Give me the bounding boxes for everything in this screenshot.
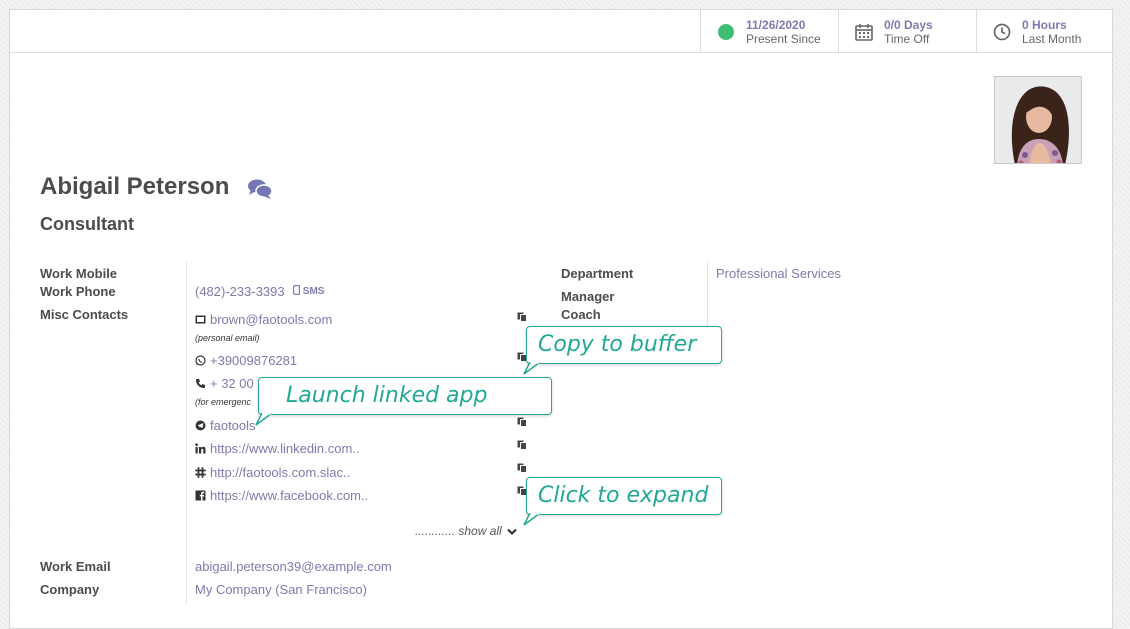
hours-button[interactable]: 0 Hours Last Month (976, 10, 1114, 52)
telegram-icon (195, 420, 206, 431)
envelope-icon (195, 315, 206, 324)
contact-email[interactable]: brown@faotools.com (195, 312, 332, 327)
contact-linkedin-value: https://www.linkedin.com.. (210, 441, 360, 456)
contact-phone[interactable]: + 32 00 3 (195, 376, 265, 391)
callout-pointer (523, 513, 541, 526)
chevron-down-icon (507, 528, 517, 536)
misc-contacts-label: Misc Contacts (40, 307, 129, 322)
sms-button[interactable]: SMS (293, 285, 324, 297)
time-off-label: Time Off (884, 32, 930, 46)
slack-icon (195, 467, 206, 478)
clock-icon (993, 23, 1011, 41)
copy-icon[interactable] (517, 417, 527, 427)
copy-callout-text: Copy to buffer (538, 332, 697, 357)
linkedin-icon (195, 443, 206, 454)
contact-phone-note: (for emergenc (195, 397, 252, 407)
contact-telegram[interactable]: faotools (195, 418, 256, 433)
manager-label: Manager (561, 289, 615, 304)
launch-linked-app-callout: Launch linked app (258, 377, 552, 415)
copy-to-buffer-callout: Copy to buffer (526, 326, 722, 364)
department-value[interactable]: Professional Services (716, 266, 841, 281)
facebook-icon (195, 490, 206, 501)
employee-avatar[interactable] (994, 76, 1082, 164)
show-all-toggle[interactable]: ............ show all (415, 524, 517, 538)
work-phone-value[interactable]: (482)-233-3393 (195, 284, 285, 299)
contact-email-value: brown@faotools.com (210, 312, 333, 327)
sms-label: SMS (302, 286, 325, 297)
click-to-expand-callout: Click to expand (526, 477, 722, 515)
work-email-label: Work Email (40, 559, 111, 574)
presence-value: 11/26/2020 (746, 18, 806, 32)
contact-whatsapp[interactable]: +39009876281 (195, 353, 297, 368)
employee-form-sheet: 11/26/2020 Present Since 0/0 Days Time O… (9, 9, 1113, 629)
hours-label: Last Month (1022, 32, 1082, 46)
work-phone-label: Work Phone (40, 284, 116, 299)
expand-callout-text: Click to expand (538, 483, 709, 508)
contact-linkedin[interactable]: https://www.linkedin.com.. (195, 441, 360, 456)
company-label: Company (40, 582, 100, 597)
employee-name[interactable]: Abigail Peterson (40, 173, 229, 201)
contact-slack[interactable]: http://faotools.com.slac.. (195, 465, 350, 480)
work-email-value[interactable]: abigail.peterson39@example.com (195, 559, 392, 574)
time-off-button[interactable]: 0/0 Days Time Off (838, 10, 976, 52)
contact-slack-value: http://faotools.com.slac.. (210, 465, 351, 480)
copy-icon[interactable] (517, 440, 527, 450)
left-column-divider (186, 262, 187, 604)
calendar-icon (855, 24, 873, 41)
avatar-portrait (995, 77, 1081, 163)
hours-value: 0 Hours (1022, 18, 1067, 32)
show-all-label: ............ show all (415, 524, 502, 538)
company-value[interactable]: My Company (San Francisco) (195, 582, 367, 597)
contact-telegram-value: faotools (210, 418, 256, 433)
presence-label: Present Since (746, 32, 821, 46)
job-title[interactable]: Consultant (40, 214, 134, 235)
copy-icon[interactable] (517, 312, 527, 322)
mobile-icon (293, 285, 301, 296)
work-mobile-label: Work Mobile (40, 266, 118, 281)
coach-label: Coach (561, 307, 601, 322)
time-off-value: 0/0 Days (884, 18, 933, 32)
contact-facebook-value: https://www.facebook.com.. (210, 488, 369, 503)
right-column-divider (707, 262, 708, 334)
launch-callout-text: Launch linked app (286, 383, 488, 408)
contact-phone-value: + 32 00 3 (210, 376, 265, 391)
chat-bubbles-icon[interactable] (247, 178, 273, 200)
contact-email-note: (personal email) (195, 333, 260, 343)
phone-icon (196, 379, 205, 388)
whatsapp-icon (195, 355, 206, 366)
callout-pointer (523, 362, 541, 375)
contact-facebook[interactable]: https://www.facebook.com.. (195, 488, 368, 503)
smart-buttons-bar: 11/26/2020 Present Since 0/0 Days Time O… (10, 10, 1112, 53)
presence-button[interactable]: 11/26/2020 Present Since (700, 10, 838, 52)
contact-whatsapp-value: +39009876281 (210, 353, 298, 368)
presence-status-dot (718, 24, 734, 40)
callout-pointer (255, 413, 273, 426)
copy-icon[interactable] (517, 463, 527, 473)
department-label: Department (561, 266, 634, 281)
